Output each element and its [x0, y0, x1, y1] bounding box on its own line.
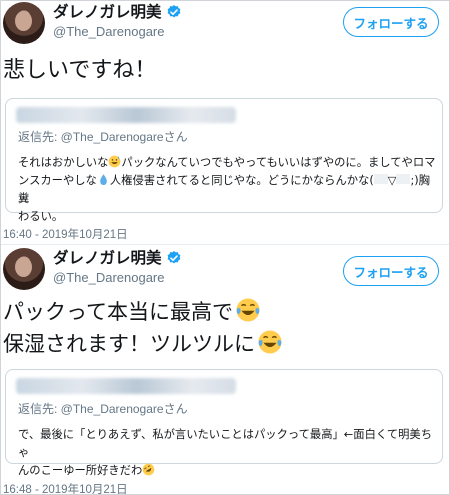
reply-text-segment: ▽ — [387, 174, 397, 187]
reply-text-segment: わるい。 — [18, 210, 64, 223]
tweet-2: ダレノガレ明美 @The_Darenogare フォローする パックって本当に最… — [1, 244, 449, 494]
display-name[interactable]: ダレノガレ明美 — [53, 248, 182, 268]
face-with-tears-of-joy-icon — [258, 330, 282, 354]
follow-button[interactable]: フォローする — [343, 7, 439, 37]
tweet-1: ダレノガレ明美 @The_Darenogare フォローする 悲しいですね！ 返… — [1, 1, 449, 244]
blurred-username — [16, 107, 236, 123]
reply-text-segment: パックなんていつでもやってもいいはずやのに。ましてやロマ — [121, 156, 436, 169]
quoted-reply-card[interactable]: 返信先: @The_Darenogareさん それはおかしいな パックなんていつで… — [5, 98, 443, 223]
verified-badge-icon — [167, 251, 180, 264]
tweet-text-line: 保湿されます！ツルツルに — [3, 332, 255, 356]
reply-text-segment: それはおかしいな — [18, 156, 109, 169]
avatar[interactable] — [3, 248, 45, 290]
reply-text-segment: 人権侵害されてると同じやな。どうにかならんかな( — [109, 174, 374, 187]
reply-text-segment: で、最後に「とりあえず、私が言いたいことはパックって最高」←面白くて明美ちゃ — [18, 428, 433, 459]
tweet-text: パックって本当に最高で 保湿されます！ツルツルに — [3, 296, 283, 360]
screenshot-frame: ダレノガレ明美 @The_Darenogare フォローする 悲しいですね！ 返… — [0, 0, 450, 495]
handle[interactable]: @The_Darenogare — [53, 269, 182, 287]
display-name-text: ダレノガレ明美 — [53, 3, 162, 21]
author-block: ダレノガレ明美 @The_Darenogare — [53, 2, 182, 41]
reply-text: で、最後に「とりあえず、私が言いたいことはパックって最高」←面白くて明美ちゃ ん… — [18, 426, 438, 480]
avatar[interactable] — [3, 2, 45, 44]
reply-text-segment: んのこーゆー所好きだわ — [18, 464, 143, 477]
face-with-tears-of-joy-icon — [236, 298, 260, 322]
display-name-text: ダレノガレ明美 — [53, 249, 162, 267]
reply-to-label: 返信先: @The_Darenogareさん — [18, 402, 188, 416]
verified-badge-icon — [167, 5, 180, 18]
tweet-text: 悲しいですね！ — [3, 58, 157, 83]
timestamp[interactable]: 16:48 - 2019年10月21日 — [3, 481, 128, 494]
follow-button[interactable]: フォローする — [343, 256, 439, 286]
reply-text-segment: ンスカーやしな — [18, 174, 97, 187]
blurred-username — [16, 378, 236, 394]
handle[interactable]: @The_Darenogare — [53, 23, 182, 41]
display-name[interactable]: ダレノガレ明美 — [53, 2, 182, 22]
author-block: ダレノガレ明美 @The_Darenogare — [53, 248, 182, 287]
reply-to-label: 返信先: @The_Darenogareさん — [18, 130, 188, 144]
timestamp[interactable]: 16:40 - 2019年10月21日 — [3, 226, 128, 242]
grinning-face-with-sweat-icon — [109, 155, 121, 168]
quoted-reply-card[interactable]: 返信先: @The_Darenogareさん で、最後に「とりあえず、私が言いた… — [5, 369, 443, 477]
reply-text: それはおかしいな パックなんていつでもやってもいいはずやのに。ましてやロマ ンスカ… — [18, 154, 438, 226]
tweet-text-line: パックって本当に最高で — [3, 300, 233, 324]
droplet-icon — [100, 174, 107, 186]
rolling-on-floor-laughing-icon — [142, 463, 155, 476]
